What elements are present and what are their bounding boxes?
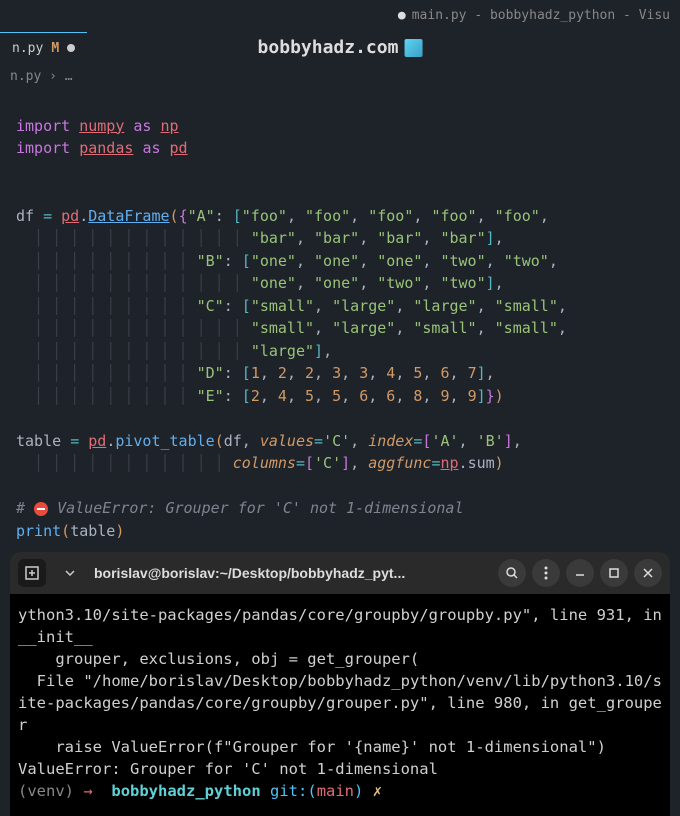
terminal-title: borislav@borislav:~/Desktop/bobbyhadz_py… [94,565,488,581]
dropdown-button[interactable] [56,559,84,587]
chevron-down-icon [65,570,75,576]
new-tab-button[interactable] [18,559,46,587]
close-icon [642,567,654,579]
git-modified-badge: M [51,41,59,56]
maximize-icon [608,567,620,579]
terminal-window: borislav@borislav:~/Desktop/bobbyhadz_py… [10,552,670,816]
window-titlebar: ● main.py - bobbyhadz_python - Visu [0,0,680,30]
maximize-button[interactable] [600,559,628,587]
window-title: main.py - bobbyhadz_python - Visu [412,8,670,23]
plus-box-icon [25,566,39,580]
minimize-icon [574,567,586,579]
menu-button[interactable] [532,559,560,587]
search-icon [505,566,519,580]
kebab-menu-icon [544,566,548,580]
terminal-header: borislav@borislav:~/Desktop/bobbyhadz_py… [10,552,670,594]
stop-sign-icon [34,502,48,516]
watermark: bobbyhadz.com [258,37,423,58]
unsaved-dot-icon [67,44,75,52]
search-button[interactable] [498,559,526,587]
close-button[interactable] [634,559,662,587]
code-editor[interactable]: import numpy as np import pandas as pd d… [0,88,680,546]
tab-main-py[interactable]: n.py M [0,32,87,64]
terminal-output[interactable]: ython3.10/site-packages/pandas/core/grou… [10,594,670,816]
editor-tabbar: n.py M bobbyhadz.com [0,30,680,65]
cube-icon [404,39,422,57]
modified-dot-icon: ● [398,8,406,23]
breadcrumb[interactable]: n.py › … [0,65,680,88]
minimize-button[interactable] [566,559,594,587]
tab-filename: n.py [12,41,43,56]
